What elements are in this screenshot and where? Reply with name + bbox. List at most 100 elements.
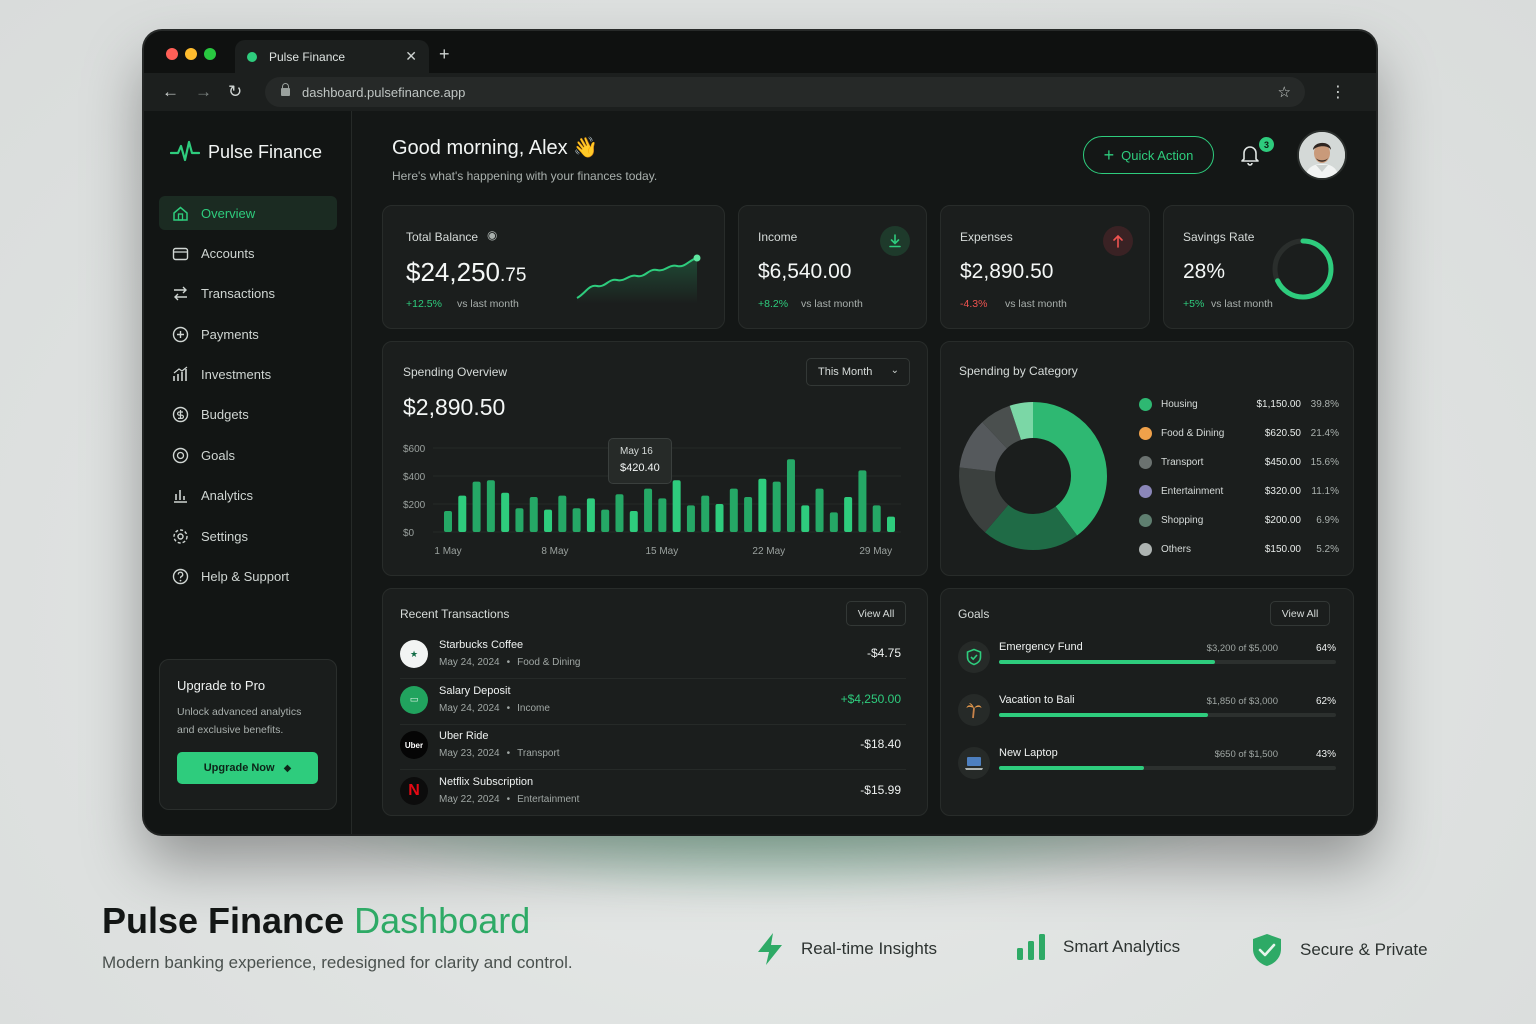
bell-icon[interactable]: [1240, 144, 1260, 166]
y-tick-label: $200: [403, 500, 426, 511]
bar[interactable]: [515, 508, 524, 532]
bar[interactable]: [529, 497, 538, 532]
hero-subtitle: Modern banking experience, redesigned fo…: [102, 953, 573, 972]
lightning-icon: [758, 933, 782, 965]
bar[interactable]: [444, 511, 452, 532]
bar[interactable]: [658, 498, 667, 532]
brand-logo[interactable]: Pulse Finance: [170, 139, 322, 165]
bar[interactable]: [644, 488, 653, 532]
bar[interactable]: [872, 505, 881, 532]
bar[interactable]: [744, 497, 753, 532]
sidebar-item-budgets[interactable]: Budgets: [159, 398, 337, 432]
sidebar-item-goals[interactable]: Goals: [159, 438, 337, 472]
bar[interactable]: [544, 509, 553, 532]
table-row[interactable]: N Netflix Subscription May 22, 2024 • Entert…: [400, 771, 906, 816]
total-balance-label: Total Balance: [406, 230, 479, 244]
transfer-icon: [172, 285, 189, 302]
favicon-icon: [247, 51, 257, 62]
legend-item[interactable]: Shopping $200.00 6.9%: [1139, 510, 1341, 530]
target-icon: [172, 447, 189, 464]
bar[interactable]: [501, 492, 510, 532]
transaction-name: Netflix Subscription: [439, 775, 534, 788]
greeting: Good morning, Alex 👋: [392, 137, 599, 159]
bar[interactable]: [815, 488, 824, 532]
coin-icon: [172, 406, 189, 423]
separator-dot-icon: •: [506, 657, 511, 668]
bar[interactable]: [729, 488, 738, 532]
sidebar-item-label: Overview: [201, 205, 256, 221]
close-window-button[interactable]: [166, 48, 178, 60]
transactions-view-all-button[interactable]: View All: [846, 601, 906, 626]
feature-analytics: Smart Analytics: [1015, 932, 1180, 962]
bar[interactable]: [858, 470, 867, 532]
avatar[interactable]: [1297, 130, 1347, 180]
sidebar-item-analytics[interactable]: Analytics: [159, 479, 337, 513]
bar[interactable]: [629, 511, 638, 532]
transaction-name: Uber Ride: [439, 730, 489, 742]
browser-menu-icon[interactable]: ⋮: [1330, 82, 1346, 102]
bar[interactable]: [672, 480, 681, 532]
bar[interactable]: [701, 495, 710, 532]
bar[interactable]: [601, 509, 610, 532]
sidebar-item-help-support[interactable]: Help & Support: [159, 560, 337, 594]
bar[interactable]: [772, 481, 781, 532]
legend-amount: $150.00: [1264, 543, 1301, 555]
sidebar-item-accounts[interactable]: Accounts: [159, 236, 337, 270]
legend-item[interactable]: Food & Dining $620.50 21.4%: [1139, 423, 1341, 443]
legend-item[interactable]: Entertainment $320.00 11.1%: [1139, 481, 1341, 501]
table-row[interactable]: ★ Starbucks Coffee May 24, 2024 • Food & Din…: [400, 634, 906, 679]
bar[interactable]: [715, 504, 724, 532]
back-icon[interactable]: ←: [162, 82, 179, 102]
quick-action-label: Quick Action: [1121, 147, 1194, 163]
legend-item[interactable]: Transport $450.00 15.6%: [1139, 452, 1341, 472]
transaction-name: Salary Deposit: [439, 684, 511, 697]
sidebar-item-investments[interactable]: Investments: [159, 358, 337, 392]
bar[interactable]: [844, 497, 853, 532]
goal-item[interactable]: Emergency Fund $3,200 of $5,000 64%: [958, 641, 1336, 681]
table-row[interactable]: ▭ Salary Deposit May 24, 2024 • Income +$4,25…: [400, 680, 906, 725]
upgrade-now-button[interactable]: Upgrade Now ◆: [177, 752, 318, 784]
bookmark-star-icon[interactable]: ☆: [1278, 83, 1291, 101]
sidebar-item-overview[interactable]: Overview: [159, 196, 337, 230]
bar[interactable]: [686, 505, 695, 532]
eye-icon[interactable]: ◉: [487, 228, 497, 242]
bar[interactable]: [572, 508, 581, 532]
maximize-window-button[interactable]: [204, 48, 216, 60]
bar[interactable]: [615, 494, 624, 532]
close-tab-icon[interactable]: ✕: [405, 48, 417, 65]
sidebar-item-label: Payments: [201, 326, 259, 342]
bar[interactable]: [458, 495, 467, 532]
browser-tab[interactable]: Pulse Finance ✕: [235, 40, 429, 73]
bar[interactable]: [472, 481, 481, 532]
quick-action-button[interactable]: + Quick Action: [1083, 136, 1214, 174]
goal-item[interactable]: Vacation to Bali $1,850 of $3,000 62%: [958, 694, 1336, 734]
sidebar-item-label: Goals: [201, 447, 235, 463]
bar[interactable]: [486, 480, 495, 532]
table-row[interactable]: Uber Uber Ride May 23, 2024 • Transport -$18.…: [400, 725, 906, 770]
reload-icon[interactable]: ↻: [228, 82, 242, 102]
bar[interactable]: [887, 516, 895, 532]
forward-icon[interactable]: →: [195, 82, 212, 102]
goal-item[interactable]: New Laptop $650 of $1,500 43%: [958, 747, 1336, 787]
bar[interactable]: [586, 498, 595, 532]
bar[interactable]: [801, 505, 810, 532]
url-field[interactable]: dashboard.pulsefinance.app ☆: [265, 77, 1305, 107]
legend-item[interactable]: Others $150.00 5.2%: [1139, 539, 1341, 559]
new-tab-icon[interactable]: +: [439, 44, 450, 65]
bar[interactable]: [786, 459, 795, 532]
bar[interactable]: [558, 495, 567, 532]
minimize-window-button[interactable]: [185, 48, 197, 60]
legend-item[interactable]: Housing $1,150.00 39.8%: [1139, 394, 1341, 414]
hero-title-accent: Dashboard: [354, 900, 531, 941]
transaction-meta: May 24, 2024 • Food & Dining: [439, 657, 581, 668]
sidebar-item-settings[interactable]: Settings: [159, 519, 337, 553]
bar[interactable]: [758, 478, 767, 532]
sidebar-item-transactions[interactable]: Transactions: [159, 277, 337, 311]
chevron-down-icon: ⌄: [890, 365, 899, 376]
sidebar-item-payments[interactable]: Payments: [159, 317, 337, 351]
bar[interactable]: [829, 512, 838, 532]
transaction-date: May 24, 2024: [439, 657, 500, 668]
y-tick-label: $0: [403, 528, 415, 539]
period-select[interactable]: This Month ⌄: [806, 358, 910, 386]
goals-view-all-button[interactable]: View All: [1270, 601, 1330, 626]
